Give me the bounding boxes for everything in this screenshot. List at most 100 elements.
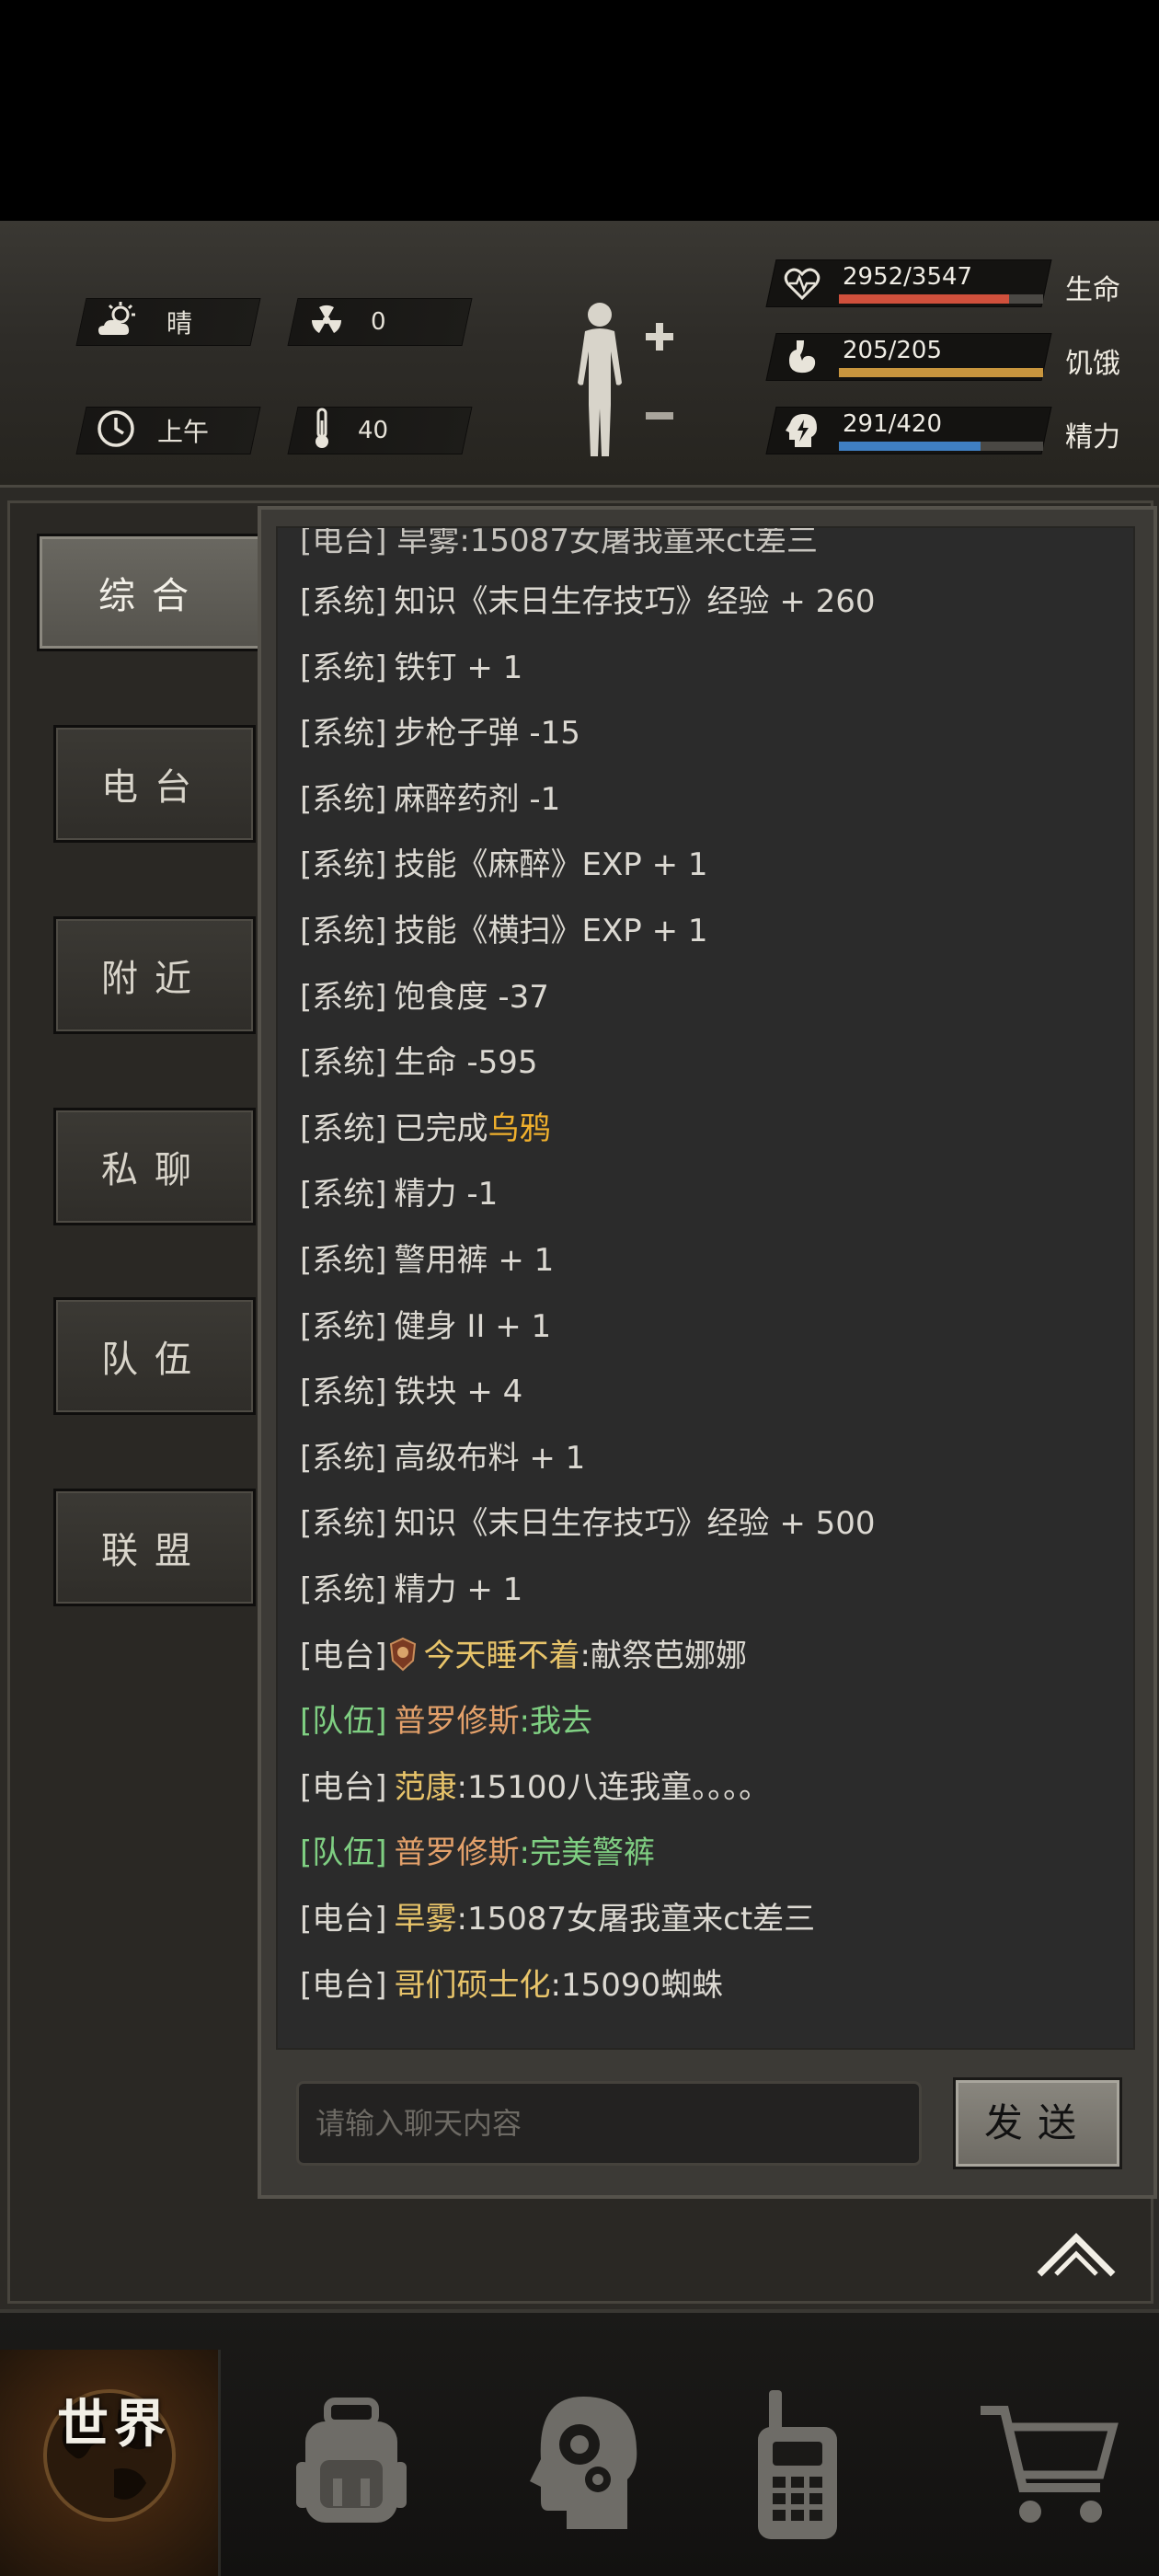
collapse-button[interactable] xyxy=(1030,2217,1122,2283)
chat-text: :完美警裤 xyxy=(519,1834,655,1872)
tab-private[interactable]: 私聊 xyxy=(53,1108,256,1225)
backpack-icon xyxy=(296,2398,407,2523)
radiation-icon xyxy=(308,302,345,342)
chat-text: 精力 -1 xyxy=(394,1176,499,1213)
chat-message: [系统] 高级布料 + 1 xyxy=(300,1438,585,1478)
cloud-sun-icon xyxy=(97,302,139,342)
health-label: 生命 xyxy=(1065,274,1120,306)
tab-nearby[interactable]: 附近 xyxy=(53,916,256,1034)
health-value: 2952/3547 xyxy=(843,263,973,291)
energy-label: 精力 xyxy=(1065,421,1120,454)
chat-text: 技能《麻醉》EXP + 1 xyxy=(394,846,708,884)
chat-channel-tag: [队伍] xyxy=(300,1703,387,1741)
weather-pill[interactable]: 晴 xyxy=(75,298,261,346)
chat-channel-tag: [系统] xyxy=(300,1571,387,1608)
tab-team[interactable]: 队伍 xyxy=(53,1297,256,1415)
chat-message: [电台] 哥们硕士化:15090蜘蛛 xyxy=(300,1965,723,2006)
chat-sender[interactable]: 今天睡不着 xyxy=(424,1638,580,1674)
body-status-button[interactable] xyxy=(556,294,684,469)
chat-channel-tag: [系统] xyxy=(300,649,387,686)
time-of-day-label: 上午 xyxy=(157,417,210,447)
tab-general[interactable]: 综合 xyxy=(37,534,267,651)
chat-message: [系统] 技能《麻醉》EXP + 1 xyxy=(300,845,708,885)
hunger-bar xyxy=(839,368,1043,377)
tab-alliance[interactable]: 联盟 xyxy=(53,1489,256,1606)
chat-message: [系统] 铁块 + 4 xyxy=(300,1372,522,1412)
chat-text: 铁钉 + 1 xyxy=(394,649,523,686)
energy-stat: 291/420 精力 xyxy=(765,407,1157,454)
chat-message: [队伍] 普罗修斯:完美警裤 xyxy=(300,1833,655,1873)
stomach-icon xyxy=(784,339,820,375)
chat-channel-tag: [系统] xyxy=(300,1374,387,1411)
chat-message: [系统] 生命 -595 xyxy=(300,1042,538,1083)
chat-channel-tag: [电台] xyxy=(300,1901,387,1938)
tab-radio[interactable]: 电台 xyxy=(53,725,256,843)
chat-message: [系统] 精力 + 1 xyxy=(300,1570,522,1610)
hunger-label: 饥饿 xyxy=(1065,348,1120,380)
send-button[interactable]: 发送 xyxy=(953,2077,1122,2169)
chat-message: [系统] 已完成乌鸦 xyxy=(300,1109,551,1149)
chat-text: 精力 + 1 xyxy=(394,1571,523,1608)
energy-bar xyxy=(839,442,1043,451)
chat-sender[interactable]: 哥们硕士化 xyxy=(395,1967,551,2004)
chat-channel-tag: [系统] xyxy=(300,583,387,620)
chat-text: 生命 -595 xyxy=(394,1044,538,1082)
nav-shop[interactable] xyxy=(938,2350,1159,2576)
chat-message-partial: [电台] 旱雾:15087女屠我童来ct差三 xyxy=(300,526,818,559)
nav-skills[interactable] xyxy=(473,2350,694,2576)
chat-text: 健身 II + 1 xyxy=(394,1307,552,1345)
chat-text: 步枪子弹 -15 xyxy=(394,715,580,753)
chat-log[interactable]: [电台] 旱雾:15087女屠我童来ct差三 [系统] 知识《末日生存技巧》经验 … xyxy=(276,526,1135,2050)
chat-text: 高级布料 + 1 xyxy=(394,1439,586,1477)
chat-text: 饱食度 -37 xyxy=(394,978,549,1016)
chat-channel-tag: [系统] xyxy=(300,913,387,949)
shopping-cart-icon xyxy=(981,2406,1119,2523)
chat-channel-tag: [系统] xyxy=(300,846,387,884)
chat-channel-tag: [系统] xyxy=(300,1110,387,1147)
chat-sender[interactable]: 旱雾 xyxy=(395,1901,457,1938)
chat-message: [系统] 知识《末日生存技巧》经验 + 260 xyxy=(300,581,876,622)
chat-message: [系统] 麻醉药剂 -1 xyxy=(300,779,560,820)
chat-channel-tag: [系统] xyxy=(300,1176,387,1213)
radiation-pill[interactable]: 0 xyxy=(287,298,473,346)
time-pill[interactable]: 上午 xyxy=(75,407,261,454)
chevron-up-icon xyxy=(1037,2233,1116,2277)
chat-channel-tag: [系统] xyxy=(300,715,387,753)
temperature-value: 40 xyxy=(358,417,389,444)
chat-channel-tag: [系统] xyxy=(300,1242,387,1279)
radiation-value: 0 xyxy=(371,308,386,336)
chat-input[interactable]: 请输入聊天内容 xyxy=(296,2081,922,2166)
chat-channel-tag: [系统] xyxy=(300,1439,387,1477)
chat-channel-tag: [系统] xyxy=(300,1044,387,1082)
chat-text: 知识《末日生存技巧》经验 + 500 xyxy=(394,1505,876,1543)
chat-sender[interactable]: 普罗修斯 xyxy=(395,1703,520,1740)
chat-message: [系统] 知识《末日生存技巧》经验 + 500 xyxy=(300,1503,876,1544)
chat-channel-tag: [系统] xyxy=(300,780,387,818)
nav-radio[interactable] xyxy=(686,2350,907,2576)
chat-text: 已完成 xyxy=(394,1110,488,1147)
rank-badge-icon xyxy=(389,1637,417,1672)
chat-text: 麻醉药剂 -1 xyxy=(394,780,561,818)
chat-text: :我去 xyxy=(519,1703,592,1741)
chat-sender[interactable]: 范康 xyxy=(395,1769,457,1806)
chat-message: [系统] 步枪子弹 -15 xyxy=(300,713,580,753)
chat-message: [系统] 饱食度 -37 xyxy=(300,977,549,1018)
walkie-talkie-icon xyxy=(758,2390,837,2539)
chat-channel-tag: [系统] xyxy=(300,978,387,1016)
chat-message: [队伍] 普罗修斯:我去 xyxy=(300,1701,592,1742)
chat-highlight[interactable]: 乌鸦 xyxy=(488,1110,551,1147)
chat-channel-tag: [电台] xyxy=(300,1966,387,2004)
nav-backpack[interactable] xyxy=(241,2350,462,2576)
chat-message: [系统] 警用裤 + 1 xyxy=(300,1240,554,1281)
chat-channel-tag: [系统] xyxy=(300,1505,387,1543)
chat-sender[interactable]: 普罗修斯 xyxy=(395,1834,520,1871)
energy-value: 291/420 xyxy=(843,410,943,438)
health-stat: 2952/3547 生命 xyxy=(765,259,1157,307)
nav-world-label: 世界 xyxy=(57,2395,171,2455)
head-lightning-icon xyxy=(784,412,820,449)
chat-text: :15090蜘蛛 xyxy=(550,1966,724,2004)
chat-text: 铁块 + 4 xyxy=(394,1374,523,1411)
temperature-pill[interactable]: 40 xyxy=(287,407,473,454)
chat-channel-tag: [电台] xyxy=(300,1637,387,1674)
clock-icon xyxy=(97,409,135,452)
